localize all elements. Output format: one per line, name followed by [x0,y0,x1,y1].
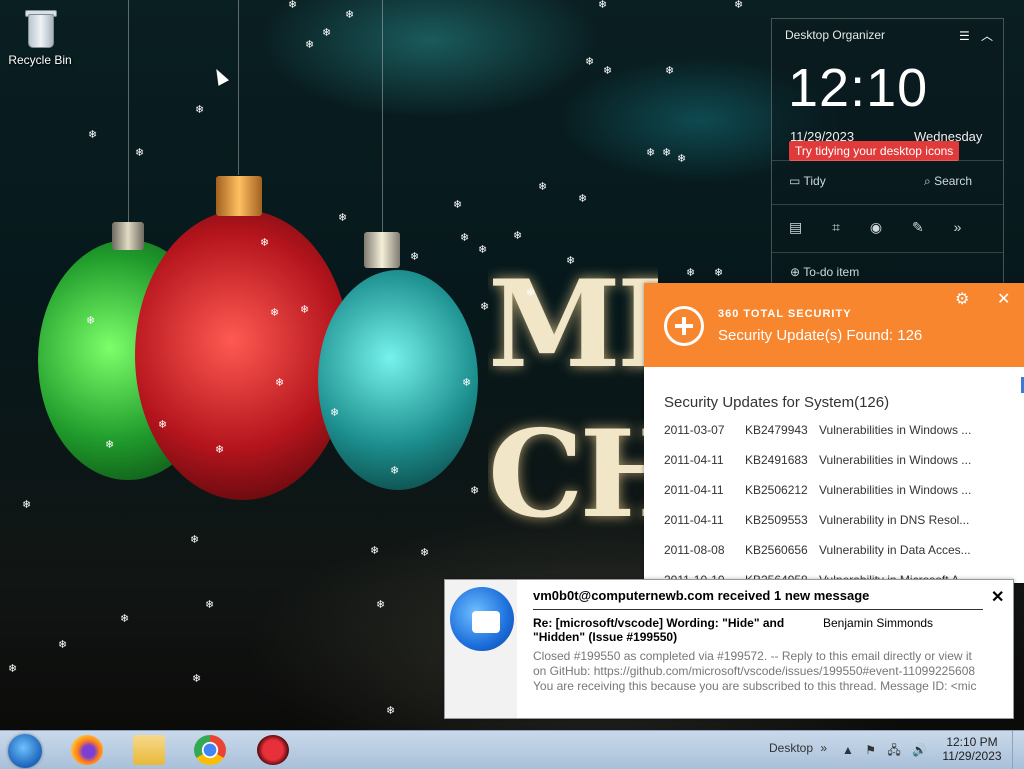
plus-circle-icon: ⊕ [790,265,801,279]
360-security-icon[interactable] [257,735,289,765]
update-kb: KB2509553 [745,513,808,527]
double-chevron-right-icon[interactable]: » [954,219,962,235]
360-logo-icon [664,306,704,346]
notes-icon[interactable]: ▤ [789,219,802,235]
message-preview: Closed #199550 as completed via #199572.… [533,649,977,693]
list-item[interactable]: 2011-03-07 KB2479943 Vulnerabilities in … [664,423,984,453]
update-date: 2011-04-11 [664,453,724,467]
organizer-clock: 12:10 [788,58,929,118]
update-kb: KB2491683 [745,453,808,467]
update-date: 2011-04-11 [664,513,724,527]
monitor-icon: ▭ [789,174,801,188]
chevron-up-icon[interactable]: ︿ [981,27,993,44]
firefox-icon[interactable] [71,735,103,765]
start-button[interactable] [8,734,42,768]
update-title: Vulnerability in DNS Resol... [819,513,970,527]
hamburger-icon[interactable]: ☰ [959,29,970,43]
security-header: 360 TOTAL SECURITY Security Update(s) Fo… [644,283,1024,367]
teal-ornament [318,270,478,490]
close-icon[interactable]: ✕ [997,289,1010,309]
updates-section-title: Security Updates for System(126) [664,394,890,411]
flag-icon[interactable]: ⚑ [865,743,876,757]
search-label: Search [934,174,973,188]
chevron-up-icon[interactable]: ▲ [842,743,854,757]
merry-christmas-text: MERRY CHRI [488,254,658,545]
new-mail-notification[interactable]: vm0b0t@computernewb.com received 1 new m… [444,579,1014,719]
crop-icon[interactable]: ⌗ [832,219,840,235]
notification-icon-area [445,580,517,718]
edit-icon[interactable]: ✎ [912,219,924,235]
list-item[interactable]: 2011-08-08 KB2560656 Vulnerability in Da… [664,543,984,573]
volume-icon[interactable]: 🔊 [912,743,927,757]
update-kb: KB2506212 [745,483,808,497]
tidy-button[interactable]: ▭ Tidy [789,174,826,188]
desktop-toolbar-label[interactable]: Desktop » [769,741,827,755]
update-date: 2011-03-07 [664,423,725,437]
thunderbird-icon [450,587,514,651]
update-title: Vulnerabilities in Windows ... [819,483,972,497]
desktop-label: Desktop [769,741,814,755]
updates-found-text: Security Update(s) Found: 126 [718,327,923,344]
list-item[interactable]: 2011-04-11 KB2506212 Vulnerabilities in … [664,483,984,513]
tidy-tip-badge[interactable]: Try tidying your desktop icons [789,141,960,161]
red-ornament [135,210,350,500]
update-kb: KB2560656 [745,543,808,557]
recycle-bin-shortcut[interactable]: Recycle Bin [4,8,76,67]
double-chevron-icon[interactable]: » [820,741,827,755]
file-explorer-icon[interactable] [133,735,165,765]
update-date: 2011-04-11 [664,483,724,497]
update-title: Vulnerability in Data Acces... [819,543,971,557]
system-tray: ▲ ⚑ 🖧 🔊 [842,741,935,762]
update-kb: KB2479943 [745,423,808,437]
update-title: Vulnerabilities in Windows ... [819,423,972,437]
chrome-icon[interactable] [194,735,226,765]
clock-time: 12:10 PM [946,735,998,749]
network-icon[interactable]: 🖧 [887,743,900,757]
update-date: 2011-08-08 [664,543,725,557]
gear-icon[interactable]: ⚙ [955,289,969,309]
organizer-title: Desktop Organizer [785,28,886,42]
todo-item-button[interactable]: ⊕ To-do item [790,265,859,279]
security-update-window: 360 TOTAL SECURITY Security Update(s) Fo… [644,283,1024,587]
eye-icon[interactable]: ◉ [870,219,882,235]
organizer-toolbar: ▤ ⌗ ◉ ✎ » [789,219,987,236]
clock-date: 11/29/2023 [942,749,1002,763]
search-button[interactable]: ⌕ Search [924,174,972,189]
taskbar: Desktop » ▲ ⚑ 🖧 🔊 12:10 PM 11/29/2023 [0,730,1024,769]
recycle-bin-label: Recycle Bin [8,53,72,67]
updates-list: 2011-03-07 KB2479943 Vulnerabilities in … [664,423,984,603]
show-desktop-button[interactable] [1012,731,1024,769]
list-item[interactable]: 2011-04-11 KB2509553 Vulnerability in DN… [664,513,984,543]
message-sender: Benjamin Simmonds [823,616,934,630]
todo-label: To-do item [803,265,860,279]
close-icon[interactable]: ✕ [991,587,1004,607]
notification-header: vm0b0t@computernewb.com received 1 new m… [533,588,870,603]
security-brand: 360 TOTAL SECURITY [718,308,852,320]
search-icon: ⌕ [924,174,931,188]
taskbar-clock[interactable]: 12:10 PM 11/29/2023 [940,735,1004,763]
update-title: Vulnerabilities in Windows ... [819,453,972,467]
tidy-label: Tidy [803,174,826,188]
message-subject: Re: [microsoft/vscode] Wording: "Hide" a… [533,616,785,644]
recycle-bin-icon [23,8,57,48]
list-item[interactable]: 2011-04-11 KB2491683 Vulnerabilities in … [664,453,984,483]
desktop-organizer: Desktop Organizer ☰ ︿ 12:10 11/29/2023 W… [771,18,1004,295]
